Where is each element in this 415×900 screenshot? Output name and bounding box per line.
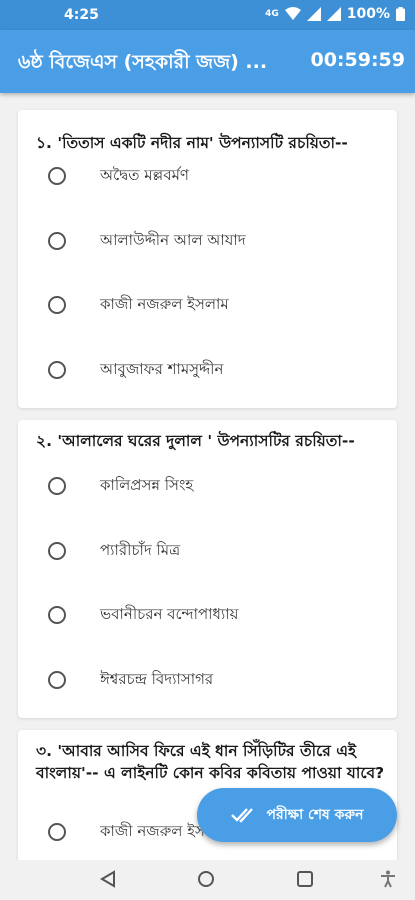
finish-exam-label: পরীক্ষা শেষ করুন <box>266 807 364 823</box>
question-text: ১. 'তিতাস একটি নদীর নাম' উপন্যাসটি রচয়ি… <box>36 134 348 152</box>
countdown-timer: 00:59:59 <box>310 49 405 71</box>
status-icons: 4G 100% <box>265 6 405 22</box>
system-nav-bar <box>0 860 415 900</box>
radio-button[interactable] <box>48 606 66 624</box>
home-icon[interactable] <box>197 870 215 888</box>
answer-option[interactable]: অদ্বৈত মল্লবর্মণ <box>48 158 387 194</box>
option-label: কালিপ্রসন্ন সিংহ <box>100 475 194 494</box>
answer-option[interactable]: আলাউদ্দীন আল আযাদ <box>48 223 387 259</box>
app-bar: ৬ষ্ঠ বিজেএস (সহকারী জজ) ... 00:59:59 <box>0 30 415 93</box>
option-label: ভবানীচরন বন্দোপাধ্যায় <box>100 604 239 623</box>
status-bar: 4:25 4G 100% <box>0 0 415 30</box>
option-label: অদ্বৈত মল্লবর্মণ <box>100 165 189 184</box>
double-check-icon <box>230 808 253 823</box>
option-label: ঈশ্বরচন্দ্র বিদ্যাসাগর <box>100 669 214 688</box>
option-label: প্যারীচাঁদ মিত্র <box>100 540 181 559</box>
battery-level: 100% <box>346 6 390 22</box>
signal-icon <box>326 7 341 21</box>
radio-button[interactable] <box>48 671 66 689</box>
option-label: আলাউদ্দীন আল আযাদ <box>100 230 246 249</box>
back-icon[interactable] <box>99 870 117 888</box>
radio-button[interactable] <box>48 361 66 379</box>
question-text: ৩. 'আবার আসিব ফিরে এই ধান সিঁড়িটির তীরে… <box>36 742 385 782</box>
4g-icon: 4G <box>265 8 279 19</box>
radio-button[interactable] <box>48 477 66 495</box>
answer-option[interactable]: ঈশ্বরচন্দ্র বিদ্যাসাগর <box>48 662 387 698</box>
accessibility-icon[interactable] <box>380 870 396 888</box>
answer-option[interactable]: কালিপ্রসন্ন সিংহ <box>48 468 387 504</box>
option-label: কাজী নজরুল ইসলাম <box>100 294 229 313</box>
signal-icon <box>306 7 321 21</box>
exam-title: ৬ষ্ঠ বিজেএস (সহকারী জজ) ... <box>18 51 268 73</box>
answer-option[interactable]: ভবানীচরন বন্দোপাধ্যায় <box>48 597 387 633</box>
recents-icon[interactable] <box>296 870 314 888</box>
radio-button[interactable] <box>48 542 66 560</box>
option-label: আবুজাফর শামসুদ্দীন <box>100 359 224 378</box>
answer-option[interactable]: কাজী নজরুল ইসলাম <box>48 287 387 323</box>
question-card: ১. 'তিতাস একটি নদীর নাম' উপন্যাসটি রচয়ি… <box>18 110 397 408</box>
finish-exam-button[interactable]: পরীক্ষা শেষ করুন <box>197 788 397 842</box>
answer-option[interactable]: আবুজাফর শামসুদ্দীন <box>48 352 387 388</box>
question-list[interactable]: ১. 'তিতাস একটি নদীর নাম' উপন্যাসটি রচয়ি… <box>0 93 415 860</box>
radio-button[interactable] <box>48 296 66 314</box>
radio-button[interactable] <box>48 167 66 185</box>
status-time: 4:25 <box>64 7 99 23</box>
question-text: ২. 'আলালের ঘরের দুলাল ' উপন্যাসটির রচয়ি… <box>36 432 355 450</box>
wifi-icon <box>284 7 301 20</box>
question-card: ২. 'আলালের ঘরের দুলাল ' উপন্যাসটির রচয়ি… <box>18 420 397 718</box>
radio-button[interactable] <box>48 232 66 250</box>
answer-option[interactable]: প্যারীচাঁদ মিত্র <box>48 533 387 569</box>
battery-icon <box>396 7 405 21</box>
radio-button[interactable] <box>48 823 66 841</box>
